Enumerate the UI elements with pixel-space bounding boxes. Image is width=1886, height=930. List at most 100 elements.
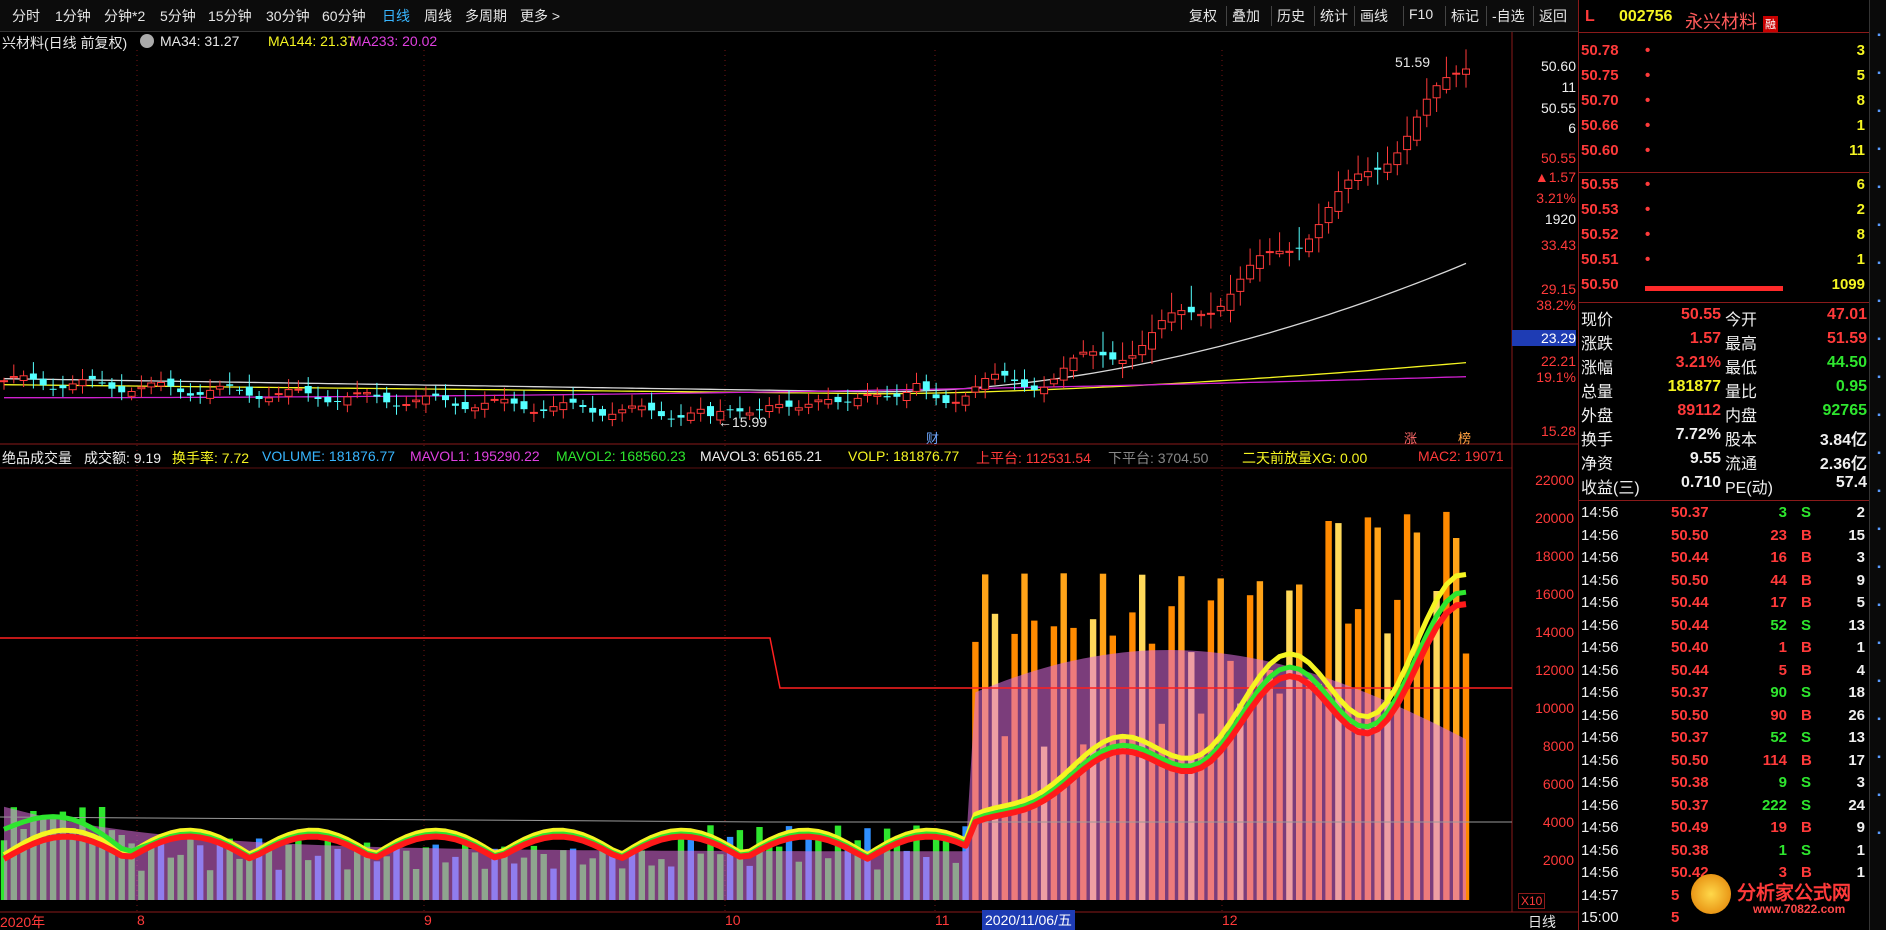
side-tool-icon[interactable]: ▪	[1872, 562, 1886, 580]
watermark: 分析家公式网 www.70822.com	[1691, 874, 1877, 924]
watermark-brand: 分析家公式网	[1737, 883, 1852, 904]
volume-label-6: MAVOL3: 65165.21	[700, 448, 822, 464]
side-scrollbar[interactable]: ▪ ▪ ▪ ▪ ▪ ▪ ▪ ▪ ▪ ▪ ▪ ▪ ▪ ▪ ▪ ▪ ▪ ▪ ▪ ▪ ▪ ▪	[1869, 0, 1886, 930]
date-axis-label-5: 12	[1222, 912, 1238, 928]
toolbar-tab-4[interactable]: 15分钟	[208, 6, 252, 26]
side-tool-icon[interactable]: ▪	[1872, 30, 1886, 48]
toolbar-separator	[1533, 6, 1534, 26]
toolbar-button-2[interactable]: 历史	[1277, 6, 1305, 26]
bid-row[interactable]: 50.51 • 1	[1579, 251, 1869, 275]
ma-label-0: MA34: 31.27	[160, 33, 240, 49]
side-tool-icon[interactable]: ▪	[1872, 106, 1886, 124]
side-tool-icon[interactable]: ▪	[1872, 790, 1886, 808]
toolbar-tab-2[interactable]: 分钟*2	[104, 6, 145, 26]
tick-count: 9	[1856, 571, 1865, 589]
quote-row: 换手 7.72% 股本 3.84亿	[1579, 426, 1869, 450]
ask-row[interactable]: 50.60 • 11	[1579, 142, 1869, 166]
side-tool-icon[interactable]: ▪	[1872, 524, 1886, 542]
candle-body-up	[363, 392, 371, 395]
ask-row[interactable]: 50.70 • 8	[1579, 92, 1869, 116]
side-tool-icon[interactable]: ▪	[1872, 68, 1886, 86]
side-tool-icon[interactable]: ▪	[1872, 600, 1886, 618]
tick-count: 4	[1856, 661, 1865, 679]
quote-value: 57.4	[1835, 474, 1867, 491]
toolbar-button-1[interactable]: 叠加	[1232, 6, 1260, 26]
tick-volume: 23	[1770, 526, 1787, 544]
side-tool-icon[interactable]: ▪	[1872, 638, 1886, 656]
tick-side: B	[1801, 661, 1812, 679]
quote-value: 3.21%	[1675, 354, 1721, 371]
volume-unit-label: X10	[1518, 893, 1546, 909]
bid-volume: 8	[1856, 226, 1865, 243]
tick-count: 9	[1856, 819, 1865, 836]
side-tool-icon[interactable]: ▪	[1872, 714, 1886, 732]
toolbar-button-7[interactable]: -自选	[1492, 6, 1525, 26]
toolbar-tab-0[interactable]: 分时	[12, 6, 40, 26]
toolbar-tab-10[interactable]: 更多 >	[520, 6, 560, 26]
side-tool-icon[interactable]: ▪	[1872, 144, 1886, 162]
candle-body-up	[873, 394, 882, 397]
date-axis-label-4: 11	[935, 912, 950, 928]
side-tool-icon[interactable]: ▪	[1872, 182, 1886, 200]
quote-label: 总量	[1581, 384, 1614, 401]
toolbar-button-5[interactable]: F10	[1409, 6, 1433, 22]
side-tool-icon[interactable]: ▪	[1872, 486, 1886, 504]
volume-axis-label-9: 4000	[1542, 814, 1574, 830]
tick-price: 50.44	[1671, 616, 1709, 634]
bid-row[interactable]: 50.50 1099	[1579, 276, 1869, 300]
tick-row: 14:56 50.44 5 B 4	[1579, 662, 1869, 685]
candle-body-up	[157, 382, 165, 387]
candle-body-up	[284, 389, 293, 397]
side-tool-icon[interactable]: ▪	[1872, 372, 1886, 390]
toolbar-tab-5[interactable]: 30分钟	[266, 6, 310, 26]
side-tool-icon[interactable]: ▪	[1872, 296, 1886, 314]
toolbar-tab-9[interactable]: 多周期	[465, 6, 507, 26]
bid-row[interactable]: 50.52 • 8	[1579, 226, 1869, 250]
toolbar-button-0[interactable]: 复权	[1189, 6, 1217, 26]
volume-axis-label-2: 18000	[1535, 548, 1574, 564]
ask-price: 50.78	[1581, 42, 1619, 59]
date-axis-label-3: 10	[725, 912, 741, 928]
bid-row[interactable]: 50.55 • 6	[1579, 176, 1869, 200]
candle-body-up	[628, 405, 636, 409]
price-axis-label-3: 6	[1568, 120, 1576, 136]
toolbar-button-3[interactable]: 统计	[1320, 6, 1348, 26]
quote-label: 流通	[1725, 456, 1758, 473]
price-axis-label-8: 33.43	[1540, 237, 1576, 253]
side-tool-icon[interactable]: ▪	[1872, 258, 1886, 276]
side-tool-icon[interactable]: ▪	[1872, 334, 1886, 352]
candle-body-down	[1030, 385, 1038, 390]
tick-row: 14:56 50.50 23 B 15	[1579, 527, 1869, 550]
ask-row[interactable]: 50.75 • 5	[1579, 67, 1869, 91]
bid-row[interactable]: 50.53 • 2	[1579, 201, 1869, 225]
toolbar-tab-8[interactable]: 周线	[424, 6, 452, 26]
candle-body-up	[412, 399, 421, 403]
toolbar-button-6[interactable]: 标记	[1451, 6, 1479, 26]
candle-body-up	[1285, 250, 1294, 253]
chart-area[interactable]	[0, 32, 1578, 930]
candle-body-up	[1354, 173, 1363, 181]
candle-body-up	[1197, 313, 1206, 317]
toolbar-tab-7[interactable]: 日线	[382, 6, 410, 26]
side-tool-icon[interactable]: ▪	[1872, 448, 1886, 466]
side-tool-icon[interactable]: ▪	[1872, 220, 1886, 238]
side-tool-icon[interactable]: ▪	[1872, 410, 1886, 428]
candle-body-up	[1324, 207, 1333, 224]
settings-icon[interactable]	[140, 34, 154, 48]
toolbar-button-4[interactable]: 画线	[1360, 6, 1388, 26]
tick-time: 15:00	[1581, 909, 1619, 926]
toolbar-tab-3[interactable]: 5分钟	[160, 6, 196, 26]
side-tool-icon[interactable]: ▪	[1872, 828, 1886, 846]
ask-row[interactable]: 50.66 • 1	[1579, 117, 1869, 141]
ask-row[interactable]: 50.78 • 3	[1579, 42, 1869, 66]
side-tool-icon[interactable]: ▪	[1872, 752, 1886, 770]
candle-body-up	[78, 379, 87, 387]
tick-time: 14:56	[1581, 661, 1619, 679]
toolbar-tab-1[interactable]: 1分钟	[55, 6, 91, 26]
toolbar-button-8[interactable]: 返回	[1539, 6, 1567, 26]
tick-volume: 19	[1770, 819, 1787, 836]
tick-volume: 52	[1770, 616, 1787, 634]
toolbar-tab-6[interactable]: 60分钟	[322, 6, 366, 26]
candle-body-up	[500, 398, 509, 404]
side-tool-icon[interactable]: ▪	[1872, 676, 1886, 694]
